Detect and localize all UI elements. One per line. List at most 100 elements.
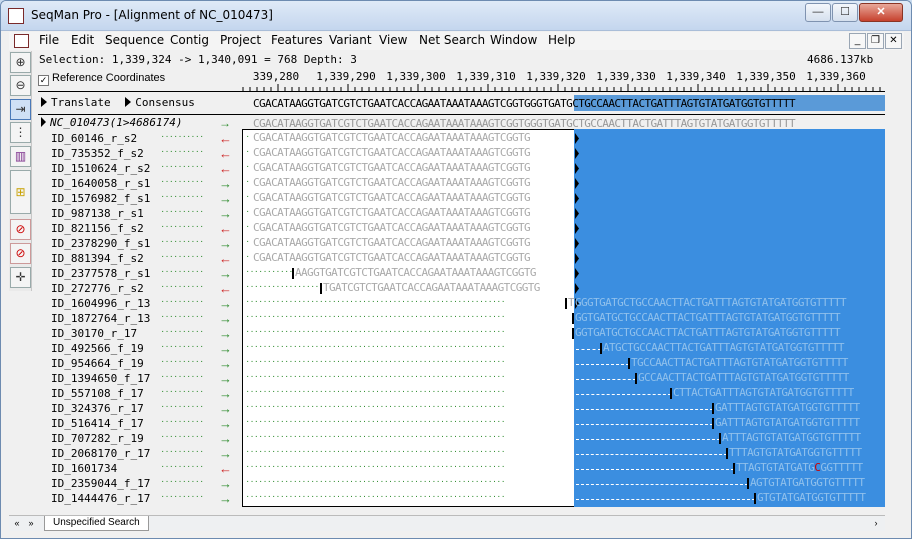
read-name[interactable]: ID_516414_f_17 xyxy=(51,417,144,430)
read-sequence-selected[interactable]: GATTTAGTGTATGATGGTGTTTTT xyxy=(715,416,860,429)
read-name[interactable]: ID_324376_r_17 xyxy=(51,402,144,415)
menu-file[interactable]: File xyxy=(37,33,61,47)
horizontal-scrollbar[interactable]: « » Unspecified Search › xyxy=(9,515,885,531)
read-sequence-selected[interactable]: GCCAACTTACTGATTTAGTGTATGATGGTGTTTTT xyxy=(638,371,849,384)
menu-variant[interactable]: Variant xyxy=(327,33,374,47)
read-name[interactable]: ID_1576982_f_s1 xyxy=(51,192,150,205)
read-name[interactable]: ID_1510624_r_s2 xyxy=(51,162,150,175)
read-name[interactable]: ID_954664_f_19 xyxy=(51,357,144,370)
translate-consensus-row[interactable]: Translate Consensus xyxy=(41,96,195,109)
read-name[interactable]: ID_1872764_r_13 xyxy=(51,312,150,325)
read-name[interactable]: ID_735352_f_s2 xyxy=(51,147,144,160)
read-name[interactable]: ID_2377578_r_s1 xyxy=(51,267,150,280)
read-name[interactable]: ID_557108_f_17 xyxy=(51,387,144,400)
no-view-icon[interactable]: ⊘ xyxy=(10,243,31,264)
read-name[interactable]: ID_1640058_r_s1 xyxy=(51,177,150,190)
app-icon[interactable] xyxy=(8,8,24,24)
consensus-sequence[interactable]: CGACATAAGGTGATCGTCTGAATCACCAGAATAAATAAAG… xyxy=(253,96,796,111)
read-sequence[interactable]: CGACATAAGGTGATCGTCTGAATCACCAGAATAAATAAAG… xyxy=(253,191,531,204)
align-icon[interactable]: ⋮ xyxy=(10,122,31,143)
menu-project[interactable]: Project xyxy=(218,33,263,47)
expand-triangle-icon[interactable] xyxy=(41,97,47,107)
slider-icon[interactable]: ⊞ xyxy=(10,170,31,214)
read-sequence-selected[interactable]: ATTTAGTGTATGATGGTGTTTTT xyxy=(722,431,861,444)
zoom-out-icon[interactable]: ⊖ xyxy=(10,75,31,96)
menu-features[interactable]: Features xyxy=(269,33,325,47)
close-button[interactable]: ✕ xyxy=(859,3,903,22)
read-sequence[interactable]: CGACATAAGGTGATCGTCTGAATCACCAGAATAAATAAAG… xyxy=(253,161,531,174)
read-sequence-selected[interactable]: GGGTGATGCTGCCAACTTACTGATTTAGTGTATGATGGTG… xyxy=(575,296,847,309)
read-name[interactable]: ID_1394650_f_17 xyxy=(51,372,150,385)
read-name[interactable]: ID_1601734 xyxy=(51,462,117,475)
read-sequence-selected[interactable]: ATGCTGCCAACTTACTGATTTAGTGTATGATGGTGTTTTT xyxy=(603,341,845,354)
read-sequence[interactable]: CGACATAAGGTGATCGTCTGAATCACCAGAATAAATAAAG… xyxy=(253,206,531,219)
read-sequence-selected[interactable]: GATTTAGTGTATGATGGTGTTTTT xyxy=(715,401,860,414)
columns-icon[interactable]: ▥ xyxy=(10,146,31,167)
read-name[interactable]: ID_60146_r_s2 xyxy=(51,132,137,145)
reference-coordinates-toggle[interactable]: ✓ Reference Coordinates xyxy=(38,72,165,86)
read-sequence[interactable]: CGACATAAGGTGATCGTCTGAATCACCAGAATAAATAAAG… xyxy=(253,221,531,234)
menu-edit[interactable]: Edit xyxy=(69,33,96,47)
read-name[interactable]: ID_881394_f_s2 xyxy=(51,252,144,265)
tab-unspecified-search[interactable]: Unspecified Search xyxy=(44,516,149,531)
read-sequence[interactable]: CGACATAAGGTGATCGTCTGAATCACCAGAATAAATAAAG… xyxy=(253,251,531,264)
read-name[interactable]: ID_272776_r_s2 xyxy=(51,282,144,295)
read-sequence-selected[interactable]: TTAGTGTATGATGCGGTTTTT xyxy=(736,461,863,474)
consensus-label[interactable]: Consensus xyxy=(135,96,195,109)
read-leader-dots: ·········· xyxy=(161,296,205,307)
read-sequence-selected[interactable]: CTTACTGATTTAGTGTATGATGGTGTTTTT xyxy=(673,386,854,399)
mdi-restore-button[interactable]: ❐ xyxy=(867,33,884,49)
menu-net-search[interactable]: Net Search xyxy=(417,33,487,47)
no-filter-icon[interactable]: ⊘ xyxy=(10,219,31,240)
crosshair-icon[interactable]: ✛ xyxy=(10,267,31,288)
mdi-minimize-button[interactable]: _ xyxy=(849,33,866,49)
read-sequence[interactable]: CGACATAAGGTGATCGTCTGAATCACCAGAATAAATAAAG… xyxy=(253,146,531,159)
read-sequence[interactable]: TGATCGTCTGAATCACCAGAATAAATAAAGTCGGTG xyxy=(323,281,540,294)
expand-triangle-icon[interactable] xyxy=(125,97,132,107)
read-name[interactable]: ID_987138_r_s1 xyxy=(51,207,144,220)
navigate-icon[interactable]: ⇥ xyxy=(10,99,31,120)
read-sequence-selected[interactable]: TGCCAACTTACTGATTTAGTGTATGATGGTGTTTTT xyxy=(631,356,848,369)
maximize-button[interactable]: ☐ xyxy=(832,3,858,22)
menu-window[interactable]: Window xyxy=(488,33,539,47)
menu-view[interactable]: View xyxy=(377,33,409,47)
reference-row[interactable]: NC_010473(1>4686174) xyxy=(41,116,182,129)
scroll-right-button[interactable]: » xyxy=(25,517,37,531)
vertical-scrollbar[interactable] xyxy=(885,129,903,515)
read-sequence[interactable]: CGACATAAGGTGATCGTCTGAATCACCAGAATAAATAAAG… xyxy=(253,131,531,144)
minimize-button[interactable]: — xyxy=(805,3,831,22)
read-name[interactable]: ID_1604996_r_13 xyxy=(51,297,150,310)
read-name[interactable]: ID_707282_r_19 xyxy=(51,432,144,445)
translate-label[interactable]: Translate xyxy=(51,96,111,109)
read-sequence[interactable]: CGACATAAGGTGATCGTCTGAATCACCAGAATAAATAAAG… xyxy=(253,236,531,249)
read-sequence[interactable]: CGACATAAGGTGATCGTCTGAATCACCAGAATAAATAAAG… xyxy=(253,176,531,189)
scroll-arrow-button[interactable]: › xyxy=(869,517,883,531)
menu-sequence[interactable]: Sequence xyxy=(103,33,166,47)
read-name[interactable]: ID_2359044_f_17 xyxy=(51,477,150,490)
read-sequence-selected[interactable]: TTTAGTGTATGATGGTGTTTTT xyxy=(729,446,862,459)
reference-name[interactable]: NC_010473(1>4686174) xyxy=(50,116,182,129)
read-name[interactable]: ID_30170_r_17 xyxy=(51,327,137,340)
read-sequence[interactable]: T xyxy=(568,296,575,309)
read-name[interactable]: ID_2378290_f_s1 xyxy=(51,237,150,250)
document-icon[interactable] xyxy=(14,34,29,48)
read-start-marker xyxy=(572,328,574,339)
read-name[interactable]: ID_1444476_r_17 xyxy=(51,492,150,505)
menu-contig[interactable]: Contig xyxy=(168,33,211,47)
scroll-left-button[interactable]: « xyxy=(11,517,23,531)
read-sequence-selected[interactable]: GGTGATGCTGCCAACTTACTGATTTAGTGTATGATGGTGT… xyxy=(575,326,841,339)
read-sequence-selected[interactable]: GTGTATGATGGTGTTTTT xyxy=(757,491,866,504)
read-name[interactable]: ID_2068170_r_17 xyxy=(51,447,150,460)
read-leader-dots: ·········· xyxy=(161,281,205,292)
read-sequence[interactable]: AAGGTGATCGTCTGAATCACCAGAATAAATAAAGTCGGTG xyxy=(295,266,537,279)
forward-arrow-icon: → xyxy=(219,326,232,341)
mdi-close-button[interactable]: ✕ xyxy=(885,33,902,49)
checkbox-icon[interactable]: ✓ xyxy=(38,75,49,86)
read-name[interactable]: ID_821156_f_s2 xyxy=(51,222,144,235)
expand-triangle-icon[interactable] xyxy=(41,117,46,127)
read-name[interactable]: ID_492566_f_19 xyxy=(51,342,144,355)
read-sequence-selected[interactable]: GGTGATGCTGCCAACTTACTGATTTAGTGTATGATGGTGT… xyxy=(575,311,841,324)
zoom-in-icon[interactable]: ⊕ xyxy=(10,52,31,73)
read-sequence-selected[interactable]: AGTGTATGATGGTGTTTTT xyxy=(750,476,865,489)
menu-help[interactable]: Help xyxy=(546,33,577,47)
